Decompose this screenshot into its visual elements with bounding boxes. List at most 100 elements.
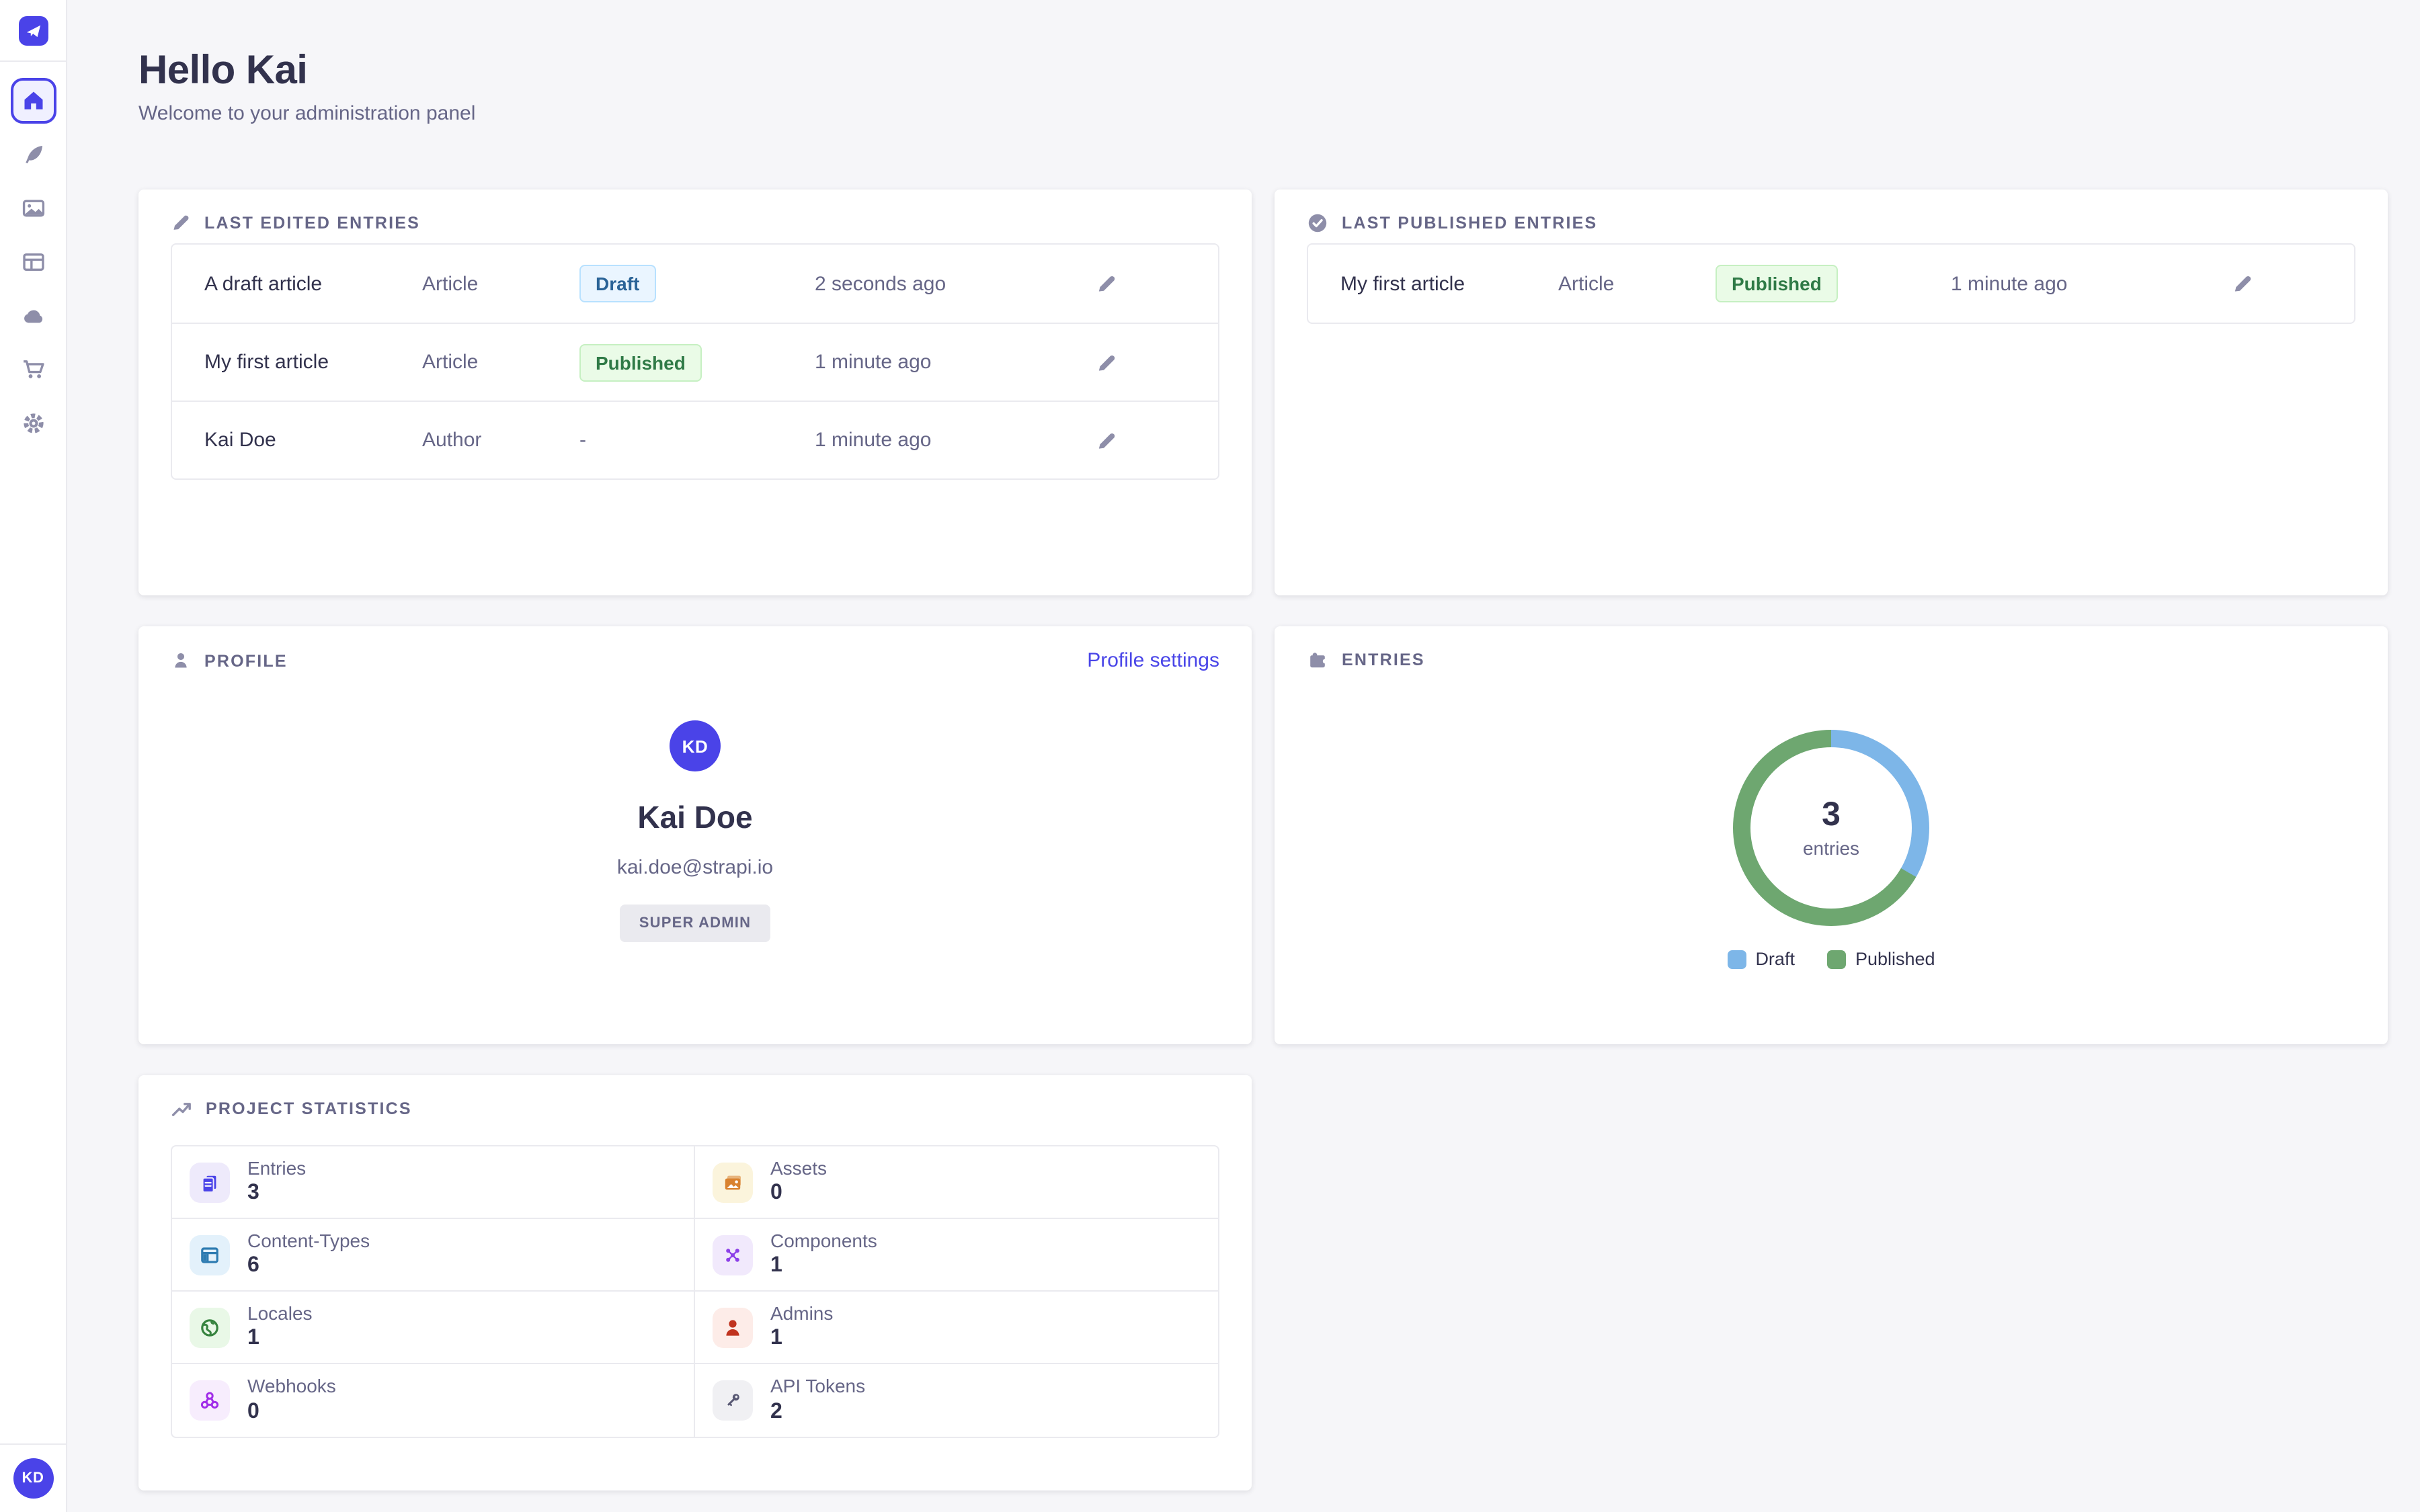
sidebar-nav <box>0 78 66 446</box>
admin-dashboard: KD Hello Kai Welcome to your administrat… <box>0 0 2420 1512</box>
donut-total: 3 <box>1822 798 1841 835</box>
entry-name: Kai Doe <box>204 429 422 452</box>
donut-ring: 3 entries <box>1733 730 1929 926</box>
sidebar-item-cloud[interactable] <box>10 293 56 339</box>
sidebar-item-content-type-builder[interactable] <box>10 239 56 285</box>
card-project-statistics: PROJECT STATISTICS Entries 3 <box>138 1075 1252 1490</box>
status-empty: - <box>579 429 815 452</box>
cloud-icon <box>21 304 45 328</box>
card-title: ENTRIES <box>1342 650 1425 669</box>
card-last-edited-entries: LAST EDITED ENTRIES A draft article Arti… <box>138 190 1252 595</box>
page-subtitle: Welcome to your administration panel <box>138 102 475 125</box>
sidebar-item-marketplace[interactable] <box>10 347 56 392</box>
stat-value: 3 <box>247 1181 306 1208</box>
entry-type: Author <box>422 429 579 452</box>
nodes-icon <box>713 1234 753 1275</box>
strapi-logo-icon[interactable] <box>18 15 48 45</box>
key-icon <box>713 1380 753 1421</box>
pencil-icon <box>1096 351 1117 373</box>
gear-icon <box>21 411 45 435</box>
sidebar-item-media-library[interactable] <box>10 185 56 231</box>
entry-time: 1 minute ago <box>1951 272 2226 295</box>
sidebar: KD <box>0 0 67 1512</box>
last-published-table: My first article Article Published 1 min… <box>1307 243 2355 324</box>
stat-label: Admins <box>770 1302 833 1326</box>
stat-components: Components 1 <box>695 1219 1218 1292</box>
edit-entry-button[interactable] <box>1090 267 1123 300</box>
entry-time: 1 minute ago <box>815 429 1090 452</box>
entry-time: 2 seconds ago <box>815 272 1090 295</box>
edit-entry-button[interactable] <box>2226 267 2259 300</box>
photos-icon <box>713 1162 753 1202</box>
send-icon <box>24 21 42 40</box>
feather-icon <box>21 142 45 167</box>
pencil-icon <box>171 212 191 233</box>
donut-center: 3 entries <box>1750 747 1912 909</box>
profile-name: Kai Doe <box>637 800 752 836</box>
layout-icon <box>190 1234 230 1275</box>
entry-time: 1 minute ago <box>815 351 1090 374</box>
sidebar-item-content-manager[interactable] <box>10 132 56 177</box>
profile-settings-link[interactable]: Profile settings <box>1087 649 1219 672</box>
stat-label: Webhooks <box>247 1376 336 1399</box>
entry-name: A draft article <box>204 272 422 295</box>
stat-entries: Entries 3 <box>172 1146 695 1219</box>
cart-icon <box>21 358 45 382</box>
donut-unit: entries <box>1803 837 1859 859</box>
entry-type: Article <box>422 272 579 295</box>
edit-entry-button[interactable] <box>1090 346 1123 378</box>
sidebar-item-settings[interactable] <box>10 401 56 446</box>
legend-item-published: Published <box>1827 949 1935 969</box>
stat-webhooks: Webhooks 0 <box>172 1364 695 1437</box>
sidebar-footer: KD <box>0 1443 66 1512</box>
status-badge: Published <box>579 343 702 381</box>
profile-avatar: KD <box>670 720 721 771</box>
pencil-icon <box>1096 429 1117 451</box>
stat-content-types: Content-Types 6 <box>172 1219 695 1292</box>
pencil-icon <box>1096 273 1117 294</box>
legend-swatch-draft <box>1727 950 1746 968</box>
page-title: Hello Kai <box>138 48 307 94</box>
table-row: My first article Article Published 1 min… <box>1308 245 2354 323</box>
stat-admins: Admins 1 <box>695 1292 1218 1364</box>
legend-label: Draft <box>1755 949 1795 969</box>
card-title: LAST EDITED ENTRIES <box>204 213 420 232</box>
stat-label: Content-Types <box>247 1230 370 1253</box>
edit-entry-button[interactable] <box>1090 424 1123 456</box>
person-icon <box>713 1307 753 1347</box>
stats-table: Entries 3 Assets 0 <box>171 1145 1219 1438</box>
stat-assets: Assets 0 <box>695 1146 1218 1219</box>
table-row: Kai Doe Author - 1 minute ago <box>172 401 1218 478</box>
stat-value: 0 <box>247 1399 336 1426</box>
globe-icon <box>190 1307 230 1347</box>
entry-name: My first article <box>204 351 422 374</box>
trend-up-icon <box>171 1098 192 1120</box>
pencil-icon <box>2232 273 2253 294</box>
card-title: PROFILE <box>204 651 288 670</box>
stat-label: Entries <box>247 1157 306 1181</box>
home-icon <box>21 89 45 113</box>
stat-api-tokens: API Tokens 2 <box>695 1364 1218 1437</box>
card-profile: PROFILE Profile settings KD Kai Doe kai.… <box>138 626 1252 1044</box>
card-last-published-entries: LAST PUBLISHED ENTRIES My first article … <box>1275 190 2388 595</box>
stat-label: Assets <box>770 1157 827 1181</box>
card-title: LAST PUBLISHED ENTRIES <box>1342 214 1597 233</box>
status-badge: Draft <box>579 265 655 302</box>
entry-type: Article <box>422 351 579 374</box>
puzzle-icon <box>1307 649 1328 671</box>
chart-legend: Draft Published <box>1275 949 2388 969</box>
profile-email: kai.doe@strapi.io <box>617 856 773 879</box>
layout-icon <box>21 250 45 274</box>
card-header: PROJECT STATISTICS <box>138 1075 1252 1120</box>
role-badge: SUPER ADMIN <box>620 905 770 942</box>
card-header: PROFILE Profile settings <box>138 626 1252 672</box>
last-edited-table: A draft article Article Draft 2 seconds … <box>171 243 1219 480</box>
user-avatar[interactable]: KD <box>13 1458 53 1499</box>
table-row: A draft article Article Draft 2 seconds … <box>172 245 1218 323</box>
logo-block <box>0 0 66 62</box>
status-badge: Published <box>1716 265 1838 302</box>
image-icon <box>21 196 45 220</box>
sidebar-item-home[interactable] <box>10 78 56 124</box>
card-header: LAST PUBLISHED ENTRIES <box>1275 190 2388 234</box>
profile-body: KD Kai Doe kai.doe@strapi.io SUPER ADMIN <box>138 720 1252 942</box>
